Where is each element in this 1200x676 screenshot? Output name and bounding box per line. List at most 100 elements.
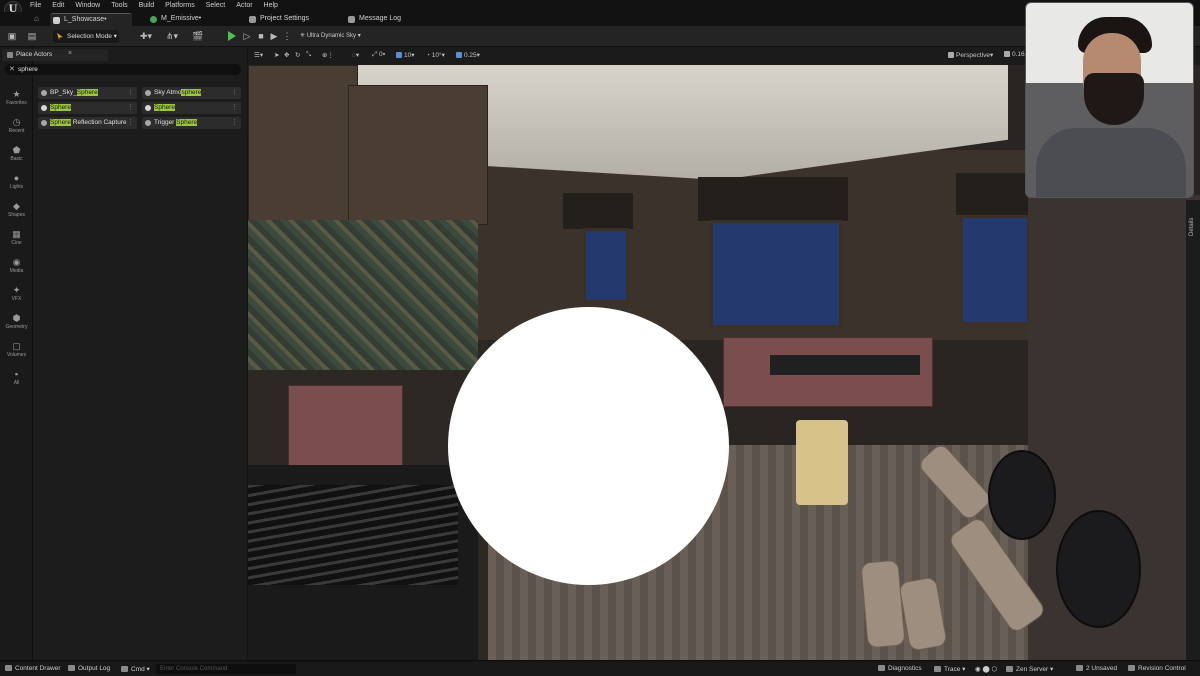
selection-mode-dropdown[interactable]: Selection Mode ▾ xyxy=(53,30,119,43)
menu-tools[interactable]: Tools xyxy=(111,1,127,10)
actor-item-sphere-basic[interactable]: Sphere ⋮ xyxy=(142,102,241,114)
trigger-icon xyxy=(145,120,151,126)
actor-item-bp-sky-sphere[interactable]: BP_Sky_Sphere ⋮ xyxy=(38,87,137,99)
scale-snap-icon xyxy=(456,52,462,58)
menu-build[interactable]: Build xyxy=(139,1,155,10)
close-icon[interactable]: × xyxy=(68,50,72,57)
tab-project-settings[interactable]: Project Settings xyxy=(246,13,336,26)
actor-item-trigger-sphere[interactable]: Trigger Sphere ⋮ xyxy=(142,117,241,129)
translate-tool-icon[interactable]: ✥ xyxy=(284,51,289,59)
category-recent[interactable]: ◷ Recent xyxy=(0,117,33,134)
category-geometry[interactable]: ⬢ Geometry xyxy=(0,313,33,330)
sphere-icon xyxy=(145,105,151,111)
menu-file[interactable]: File xyxy=(30,1,41,10)
unsaved-button[interactable]: 2 Unsaved xyxy=(1076,665,1117,672)
launch-icon[interactable]: ▶ xyxy=(269,31,279,41)
drag-handle-icon[interactable]: ⋮ xyxy=(231,118,238,126)
drag-handle-icon[interactable]: ⋮ xyxy=(127,118,134,126)
menu-actor[interactable]: Actor xyxy=(236,1,252,10)
angle-snap-toggle[interactable]: ⤢ 0▾ xyxy=(372,51,385,59)
scene-curtain xyxy=(956,173,1034,215)
clock-icon: ◷ xyxy=(12,117,21,127)
grid-snap-toggle[interactable]: 10▾ xyxy=(396,51,415,59)
emissive-sphere-actor[interactable] xyxy=(448,307,729,585)
cube-icon: ◆ xyxy=(13,201,20,211)
trace-dropdown[interactable]: Trace ▾ xyxy=(934,665,965,673)
browse-icon[interactable]: ▤ xyxy=(27,31,37,41)
stop-icon[interactable]: ■ xyxy=(256,31,266,41)
menu-platforms[interactable]: Platforms xyxy=(165,1,195,10)
details-tab-label[interactable]: Details xyxy=(1189,218,1195,236)
revision-control-button[interactable]: Revision Control xyxy=(1128,665,1186,672)
scene-wallpaper xyxy=(248,220,478,370)
play-button[interactable] xyxy=(228,31,236,41)
step-icon[interactable]: ▷ xyxy=(242,31,252,41)
category-favorites[interactable]: ★ Favorites xyxy=(0,89,33,106)
category-all[interactable]: ▪ All xyxy=(0,369,33,386)
console-command-input[interactable]: Enter Console Command xyxy=(156,664,296,674)
tab-material-emissive[interactable]: M_Emissive• xyxy=(147,13,227,26)
blueprint-actor-icon xyxy=(41,90,47,96)
category-shapes[interactable]: ◆ Shapes xyxy=(0,201,33,218)
world-local-icon[interactable]: ⊕⋮ xyxy=(322,51,334,59)
drag-handle-icon[interactable]: ⋮ xyxy=(127,88,134,96)
scale-snap-toggle[interactable]: 0.25▾ xyxy=(456,51,480,59)
sparkle-icon: ✦ xyxy=(12,285,21,295)
main-toolbar: ▣ ▤ Selection Mode ▾ ✚▾ ⋔▾ 🎬 ▷ ■ ▶ ⋮ ✳ U… xyxy=(0,26,1200,47)
save-icon[interactable]: ▣ xyxy=(7,31,17,41)
tab-message-log[interactable]: Message Log xyxy=(345,13,425,26)
search-input[interactable]: ✕ sphere xyxy=(5,64,241,75)
diagnostics-button[interactable]: Diagnostics xyxy=(878,665,922,672)
drag-handle-icon[interactable]: ⋮ xyxy=(127,103,134,111)
drag-handle-icon[interactable]: ⋮ xyxy=(231,88,238,96)
add-content-icon[interactable]: ✚▾ xyxy=(138,31,154,41)
category-lights[interactable]: ● Lights xyxy=(0,173,33,190)
sky-preset-button[interactable]: ✳ Ultra Dynamic Sky ▾ xyxy=(300,32,361,39)
details-panel-collapsed[interactable]: Details xyxy=(1186,200,1200,660)
perspective-dropdown[interactable]: Perspective▾ xyxy=(948,51,993,59)
viewport-options-icon[interactable]: ☰▾ xyxy=(254,51,263,59)
webcam-presenter-shirt xyxy=(1036,128,1186,197)
drag-handle-icon[interactable]: ⋮ xyxy=(231,103,238,111)
actor-item-sphere-reflection-capture[interactable]: Sphere Reflection Capture ⋮ xyxy=(38,117,137,129)
rotate-tool-icon[interactable]: ↻ xyxy=(295,51,300,59)
zen-server-dropdown[interactable]: Zen Server ▾ xyxy=(1006,665,1053,673)
output-log-button[interactable]: Output Log xyxy=(68,665,110,672)
clear-search-icon[interactable]: ✕ xyxy=(9,65,15,73)
menu-select[interactable]: Select xyxy=(206,1,225,10)
tab-level-showcase[interactable]: L_Showcase• xyxy=(50,13,132,26)
category-volumes[interactable]: ▢ Volumes xyxy=(0,341,33,358)
blueprint-icon[interactable]: ⋔▾ xyxy=(164,31,180,41)
rotation-snap-toggle[interactable]: ◔ 10°▾ xyxy=(426,51,445,59)
place-actors-category-bar: ★ Favorites ◷ Recent ⬟ Basic ● Lights ◆ Shape… xyxy=(0,47,33,660)
tab-place-actors[interactable]: Place Actors × xyxy=(2,49,108,61)
actor-item-sphere-shape[interactable]: Sphere ⋮ xyxy=(38,102,137,114)
material-icon xyxy=(150,16,157,23)
terminal-icon xyxy=(121,666,128,672)
content-drawer-button[interactable]: Content Drawer xyxy=(5,665,61,672)
diagnostics-icon xyxy=(878,665,885,671)
category-vfx[interactable]: ✦ VFX xyxy=(0,285,33,302)
surface-snap-icon[interactable]: ◌▾ xyxy=(352,51,359,59)
category-cine[interactable]: ▦ Cine xyxy=(0,229,33,246)
scene-stove-grate xyxy=(248,485,458,585)
category-media[interactable]: ◉ Media xyxy=(0,257,33,274)
home-icon[interactable]: ⌂ xyxy=(34,14,43,23)
star-icon: ★ xyxy=(12,89,21,99)
menu-help[interactable]: Help xyxy=(264,1,278,10)
log-icon xyxy=(348,16,355,23)
category-basic[interactable]: ⬟ Basic xyxy=(0,145,33,162)
document-tab-bar: ⌂ L_Showcase• M_Emissive• Project Settin… xyxy=(0,12,1200,26)
cinematics-icon[interactable]: 🎬 xyxy=(190,31,206,41)
grid-snap-icon xyxy=(396,52,402,58)
menu-window[interactable]: Window xyxy=(75,1,100,10)
more-options-icon[interactable]: ⋮ xyxy=(282,31,292,41)
cmd-dropdown[interactable]: Cmd ▾ xyxy=(121,665,150,673)
actor-item-sky-atmosphere[interactable]: Sky Atmosphere ⋮ xyxy=(142,87,241,99)
menu-edit[interactable]: Edit xyxy=(52,1,64,10)
select-tool-icon[interactable]: ➤ xyxy=(274,51,279,59)
scene-skillet xyxy=(988,450,1056,540)
trace-icon xyxy=(934,666,941,672)
record-button[interactable]: ◉ ⬤ ⬡ xyxy=(975,665,997,673)
scale-tool-icon[interactable]: ⤡ xyxy=(306,51,311,59)
